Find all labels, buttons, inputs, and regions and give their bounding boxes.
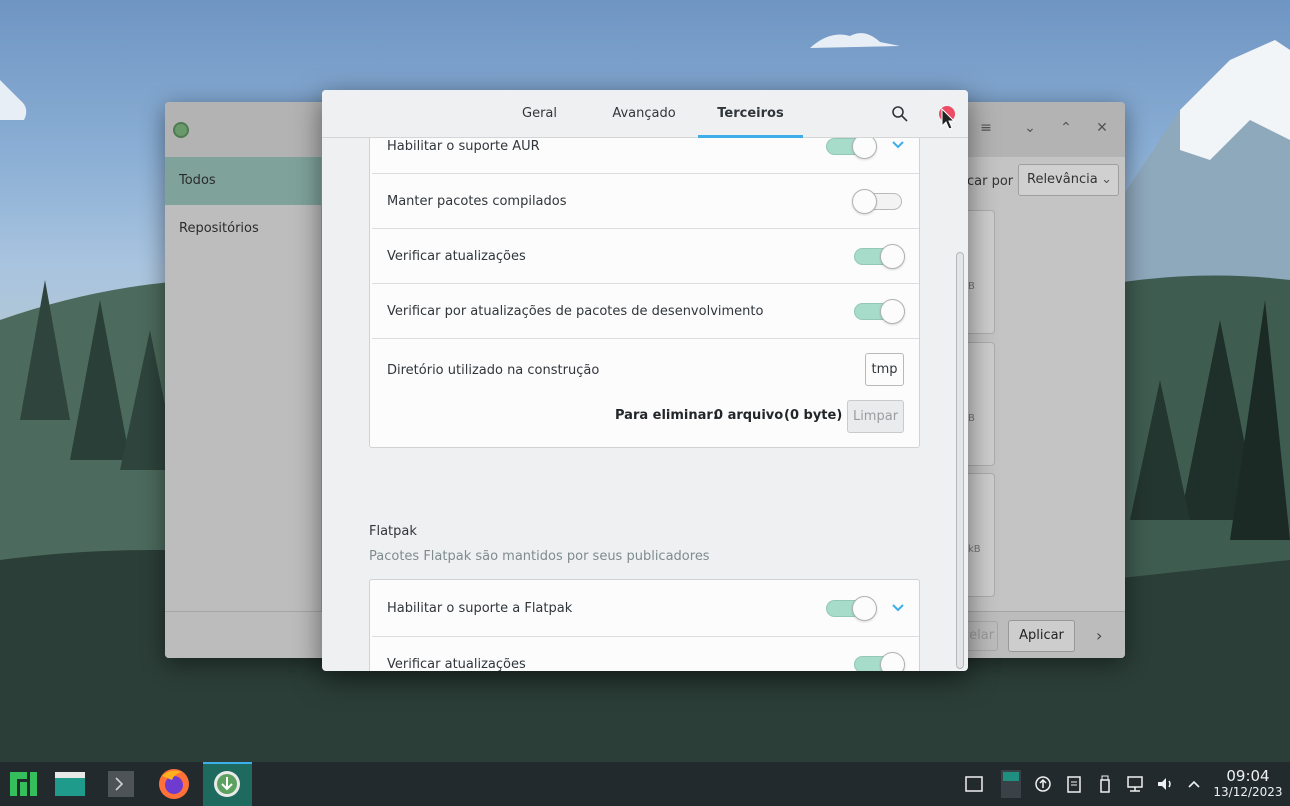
firefox-icon[interactable] bbox=[152, 762, 196, 806]
package-size: B bbox=[968, 413, 975, 424]
flatpak-settings-group: Habilitar o suporte a Flatpak Verificar … bbox=[369, 579, 920, 671]
update-icon[interactable] bbox=[1034, 774, 1052, 794]
chevron-down-icon[interactable] bbox=[891, 601, 905, 615]
sort-select-value: Relevância bbox=[1027, 172, 1098, 187]
tab-label: Terceiros bbox=[717, 106, 784, 121]
aur-enable-row: Habilitar o suporte AUR bbox=[372, 138, 919, 174]
flatpak-check-updates-switch[interactable] bbox=[854, 652, 906, 671]
dialog-body: Habilitar o suporte AUR Manter pacotes c… bbox=[322, 138, 968, 671]
menu-icon[interactable]: ≡ bbox=[978, 120, 994, 136]
tab-geral[interactable]: Geral bbox=[512, 90, 567, 138]
aur-check-updates-switch[interactable] bbox=[854, 244, 906, 269]
build-directory-button[interactable]: tmp bbox=[865, 353, 904, 386]
search-icon[interactable] bbox=[890, 104, 910, 124]
aur-check-updates-label: Verificar atualizações bbox=[387, 249, 526, 264]
sidebar-item-repositorios[interactable]: Repositórios bbox=[165, 205, 321, 253]
package-card[interactable]: B bbox=[968, 342, 995, 466]
tab-terceiros[interactable]: Terceiros bbox=[698, 90, 803, 138]
app-logo-icon bbox=[173, 122, 189, 138]
flatpak-section-title: Flatpak bbox=[369, 524, 417, 539]
package-size: B bbox=[968, 281, 975, 292]
to-remove-count: 0 arquivo bbox=[714, 408, 784, 423]
aur-check-updates-row: Verificar atualizações bbox=[372, 229, 919, 284]
clock-time[interactable]: 09:04 bbox=[1213, 767, 1283, 785]
to-remove-size: (0 byte) bbox=[784, 408, 843, 423]
volume-icon[interactable] bbox=[1155, 774, 1173, 794]
pager-icon[interactable] bbox=[1000, 769, 1022, 799]
tab-label: Avançado bbox=[612, 106, 676, 121]
sort-label: car por bbox=[967, 174, 1014, 189]
clock-date[interactable]: 13/12/2023 bbox=[1210, 785, 1286, 799]
taskbar: 09:04 13/12/2023 bbox=[0, 762, 1290, 806]
background-sidebar: Todos Repositórios bbox=[165, 157, 322, 611]
dialog-header: Geral Avançado Terceiros bbox=[322, 90, 968, 138]
package-card[interactable]: kB bbox=[968, 473, 995, 597]
maximize-icon[interactable]: ⌃ bbox=[1058, 120, 1074, 136]
tab-avancado[interactable]: Avançado bbox=[604, 90, 684, 138]
sidebar-item-todos[interactable]: Todos bbox=[165, 157, 321, 205]
chevron-down-icon[interactable] bbox=[891, 138, 905, 152]
sort-select[interactable]: Relevância ⌄ bbox=[1018, 164, 1119, 196]
file-manager-icon[interactable] bbox=[48, 762, 92, 806]
active-tab-indicator bbox=[698, 135, 803, 138]
usb-device-icon[interactable] bbox=[1096, 774, 1114, 794]
vertical-scrollbar[interactable] bbox=[956, 252, 964, 669]
chevron-up-icon[interactable] bbox=[1185, 774, 1203, 794]
flatpak-check-updates-label: Verificar atualizações bbox=[387, 657, 526, 671]
mouse-cursor-icon bbox=[941, 108, 955, 130]
tab-label: Geral bbox=[522, 106, 557, 121]
apply-button[interactable]: Aplicar bbox=[1008, 620, 1075, 652]
aur-enable-switch[interactable] bbox=[826, 138, 878, 159]
package-card[interactable]: B bbox=[968, 210, 995, 334]
manjaro-menu-icon[interactable] bbox=[0, 762, 44, 806]
flatpak-check-updates-row: Verificar atualizações bbox=[372, 637, 919, 671]
terminal-icon[interactable] bbox=[98, 762, 142, 806]
chevron-right-icon[interactable]: › bbox=[1096, 626, 1102, 645]
dev-updates-label: Verificar por atualizações de pacotes de… bbox=[387, 304, 764, 319]
clean-button[interactable]: Limpar bbox=[847, 400, 904, 433]
dev-updates-switch[interactable] bbox=[854, 299, 906, 324]
pamac-task-icon[interactable] bbox=[203, 762, 252, 806]
flatpak-enable-label: Habilitar o suporte a Flatpak bbox=[387, 601, 573, 616]
flatpak-enable-switch[interactable] bbox=[826, 596, 878, 621]
network-icon[interactable] bbox=[1125, 774, 1143, 794]
to-remove-label: Para eliminar: bbox=[615, 408, 719, 423]
aur-enable-label: Habilitar o suporte AUR bbox=[387, 139, 540, 154]
chevron-down-icon: ⌄ bbox=[1101, 172, 1112, 187]
show-desktop-icon[interactable] bbox=[965, 774, 983, 794]
build-directory-row: Diretório utilizado na construção tmp Pa… bbox=[372, 339, 919, 447]
aur-settings-group: Habilitar o suporte AUR Manter pacotes c… bbox=[369, 138, 920, 448]
clipboard-icon[interactable] bbox=[1065, 774, 1083, 794]
window-close-icon[interactable]: ✕ bbox=[1094, 120, 1110, 136]
flatpak-section-subtitle: Pacotes Flatpak são mantidos por seus pu… bbox=[369, 549, 710, 564]
preferences-dialog: Geral Avançado Terceiros Habilitar o sup… bbox=[322, 90, 968, 671]
keep-built-packages-switch[interactable] bbox=[852, 189, 906, 214]
minimize-icon[interactable]: ⌄ bbox=[1022, 120, 1038, 136]
build-directory-label: Diretório utilizado na construção bbox=[387, 363, 600, 378]
flatpak-enable-row: Habilitar o suporte a Flatpak bbox=[372, 580, 919, 637]
keep-built-packages-label: Manter pacotes compilados bbox=[387, 194, 567, 209]
dev-updates-row: Verificar por atualizações de pacotes de… bbox=[372, 284, 919, 339]
keep-built-packages-row: Manter pacotes compilados bbox=[372, 174, 919, 229]
package-size: kB bbox=[968, 544, 981, 555]
